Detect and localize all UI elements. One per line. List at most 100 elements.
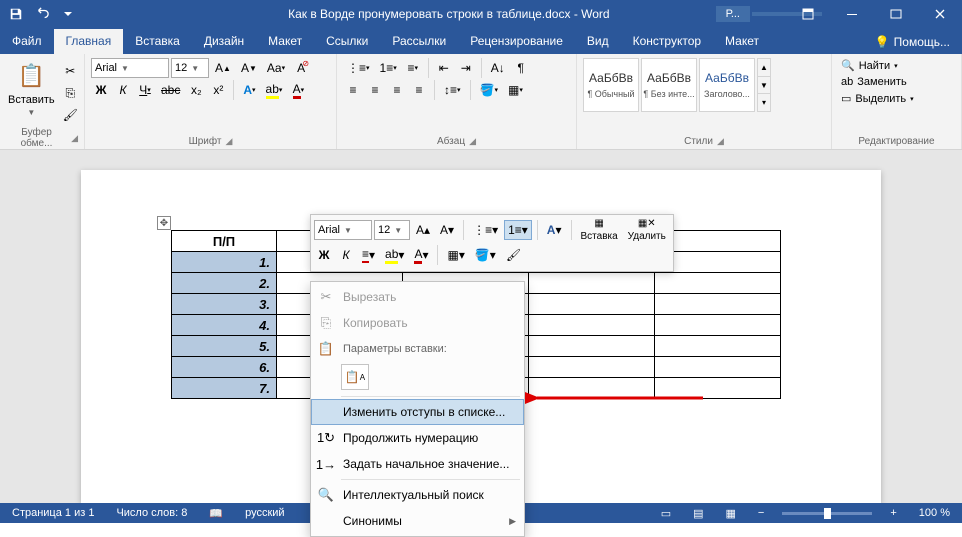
line-spacing-button[interactable]: ↕≡▾ [440,80,465,100]
styles-scroll-down[interactable]: ▼ [758,77,770,95]
change-case-button[interactable]: Aa▾ [263,58,289,78]
format-painter-button[interactable]: 🖌 [59,105,82,125]
zoom-slider[interactable] [782,512,872,515]
view-web-layout[interactable]: ▦ [722,507,740,520]
table-cell[interactable]: 3. [172,294,277,315]
status-word-count[interactable]: Число слов: 8 [112,507,191,519]
grow-font-button[interactable]: A▲ [211,58,235,78]
replace-button[interactable]: abЗаменить [838,75,955,89]
dialog-launcher-icon[interactable]: ◢ [469,136,476,147]
menu-set-numbering-value[interactable]: 1→Задать начальное значение... [311,451,524,477]
shrink-font-button[interactable]: A▼ [237,58,261,78]
zoom-out[interactable]: − [754,507,768,519]
tab-mailings[interactable]: Рассылки [380,29,458,54]
find-button[interactable]: 🔍Найти ▾ [838,58,955,73]
table-cell[interactable]: 1. [172,252,277,273]
shading-button[interactable]: 🪣▾ [476,80,502,100]
table-cell[interactable]: 2. [172,273,277,294]
mini-bullets[interactable]: ⋮≡▾ [469,220,502,240]
superscript-button[interactable]: x² [208,80,228,100]
zoom-in[interactable]: + [886,507,900,519]
ribbon-display-options-icon[interactable] [786,0,830,28]
zoom-level[interactable]: 100 % [915,507,954,519]
tab-review[interactable]: Рецензирование [458,29,575,54]
mini-delete-button[interactable]: ▦✕Удалить [624,218,670,242]
mini-size-combo[interactable]: 12▼ [374,220,410,240]
text-effects-button[interactable]: A▾ [239,80,259,100]
tab-insert[interactable]: Вставка [123,29,192,54]
select-button[interactable]: ▭Выделить ▾ [838,91,955,106]
justify-button[interactable]: ≡ [409,80,429,100]
close-icon[interactable] [918,0,962,28]
table-cell[interactable]: 5. [172,336,277,357]
align-right-button[interactable]: ≡ [387,80,407,100]
mini-insert-button[interactable]: ▦Вставка [577,218,622,242]
multilevel-list-button[interactable]: ≡▾ [403,58,423,78]
copy-button[interactable]: ⎘ [59,83,82,103]
mini-italic[interactable]: К [336,245,356,265]
tab-design[interactable]: Дизайн [192,29,256,54]
tab-layout[interactable]: Макет [256,29,314,54]
underline-button[interactable]: Ч▾ [135,80,155,100]
menu-adjust-list-indents[interactable]: Изменить отступы в списке... [311,399,524,425]
menu-cut[interactable]: ✂Вырезать [311,284,524,310]
highlight-color-button[interactable]: ab▾ [262,80,287,100]
tab-table-design[interactable]: Конструктор [621,29,713,54]
cut-button[interactable]: ✂ [59,61,82,81]
paste-button[interactable]: 📋 Вставить ▼ [6,58,57,125]
mini-numbering[interactable]: 1≡▾ [504,220,532,240]
menu-copy[interactable]: ⎘Копировать [311,310,524,336]
italic-button[interactable]: К [113,80,133,100]
mini-shrink-font[interactable]: A▾ [436,220,458,240]
dialog-launcher-icon[interactable]: ◢ [225,136,232,147]
tell-me[interactable]: 💡 Помощь... [863,30,962,54]
view-print-layout[interactable]: ▤ [689,507,707,520]
mini-format-painter[interactable]: 🖌 [502,245,525,265]
table-cell[interactable]: 6. [172,357,277,378]
dialog-launcher-icon[interactable]: ◢ [71,133,78,144]
mini-shading[interactable]: 🪣▾ [471,245,500,265]
view-read-mode[interactable]: ▭ [657,507,675,520]
numbering-button[interactable]: 1≡▾ [376,58,401,78]
bullets-button[interactable]: ⋮≡▾ [343,58,374,78]
align-center-button[interactable]: ≡ [365,80,385,100]
table-cell[interactable]: 7. [172,378,277,399]
minimize-icon[interactable] [830,0,874,28]
qat-customize-icon[interactable] [56,2,80,26]
maximize-icon[interactable] [874,0,918,28]
tab-file[interactable]: Файл [0,29,54,54]
undo-icon[interactable] [30,2,54,26]
tab-view[interactable]: Вид [575,29,621,54]
tab-table-layout[interactable]: Макет [713,29,771,54]
mini-highlight[interactable]: ab▾ [381,245,408,265]
align-left-button[interactable]: ≡ [343,80,363,100]
mini-styles[interactable]: A▾ [543,220,566,240]
status-page[interactable]: Страница 1 из 1 [8,507,98,519]
mini-borders[interactable]: ▦▾ [443,245,468,265]
mini-font-color[interactable]: A▾ [410,245,432,265]
styles-scroll-up[interactable]: ▲ [758,59,770,77]
menu-continue-numbering[interactable]: 1↻Продолжить нумерацию [311,425,524,451]
bold-button[interactable]: Ж [91,80,111,100]
style-no-spacing[interactable]: АаБбВв¶ Без инте... [641,58,697,112]
show-paragraph-marks-button[interactable]: ¶ [511,58,531,78]
styles-expand[interactable]: ▾ [758,94,770,111]
sort-button[interactable]: A↓ [487,58,509,78]
borders-button[interactable]: ▦▾ [504,80,527,100]
decrease-indent-button[interactable]: ⇤ [434,58,454,78]
dialog-launcher-icon[interactable]: ◢ [717,136,724,147]
clear-formatting-button[interactable]: A⊘ [291,58,311,78]
save-icon[interactable] [4,2,28,26]
style-heading1[interactable]: АаБбВвЗаголово... [699,58,755,112]
status-spellcheck[interactable]: 📖 [205,507,227,520]
table-move-handle[interactable]: ✥ [157,216,171,230]
mini-bold[interactable]: Ж [314,245,334,265]
font-color-button[interactable]: A▾ [288,80,308,100]
mini-font-combo[interactable]: Arial▼ [314,220,372,240]
font-name-combo[interactable]: Arial▼ [91,58,169,78]
table-cell[interactable]: П/П [172,231,277,252]
subscript-button[interactable]: x₂ [186,80,206,100]
increase-indent-button[interactable]: ⇥ [456,58,476,78]
tab-references[interactable]: Ссылки [314,29,380,54]
tab-home[interactable]: Главная [54,29,124,54]
